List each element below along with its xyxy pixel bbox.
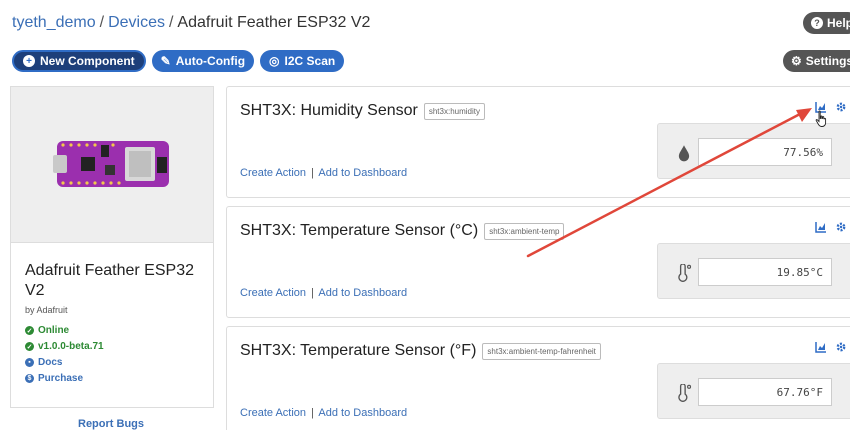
check-circle-icon: ✓	[25, 326, 34, 335]
book-icon: ▪	[25, 358, 34, 367]
component-title-text: SHT3X: Humidity Sensor	[240, 102, 418, 119]
breadcrumb-devices-link[interactable]: Devices	[108, 14, 165, 31]
docs-label: Docs	[38, 357, 63, 368]
droplet-icon	[678, 145, 690, 162]
magic-wand-icon: ✎	[160, 54, 171, 68]
help-label: Help	[827, 16, 850, 30]
auto-config-label: Auto-Config	[175, 54, 246, 68]
component-title-text: SHT3X: Temperature Sensor (°F)	[240, 342, 477, 359]
component-card-humidity: SHT3X: Humidity Sensor sht3x:humidity Cr…	[226, 86, 850, 198]
plus-icon: +	[23, 55, 35, 67]
create-action-link[interactable]: Create Action	[240, 407, 306, 419]
add-to-dashboard-link[interactable]: Add to Dashboard	[318, 287, 407, 299]
value-panel: 67.76°F	[657, 363, 850, 419]
thermometer-icon	[678, 264, 692, 282]
device-image	[11, 87, 213, 243]
component-key-badge: sht3x:humidity	[423, 102, 485, 120]
device-card: Adafruit Feather ESP32 V2 by Adafruit ✓ …	[10, 86, 214, 408]
settings-button[interactable]: ⚙ Settings	[783, 50, 850, 72]
component-title: SHT3X: Temperature Sensor (°F) sht3x:amb…	[240, 342, 601, 360]
feather-board-image	[53, 141, 169, 187]
add-to-dashboard-link[interactable]: Add to Dashboard	[318, 407, 407, 419]
gear-icon[interactable]	[835, 101, 847, 113]
sensor-value-field: 67.76°F	[698, 378, 832, 406]
component-actions	[815, 341, 847, 353]
auto-config-button[interactable]: ✎ Auto-Config	[151, 50, 255, 72]
status-label: Online	[38, 325, 70, 336]
thermometer-icon	[678, 384, 692, 402]
firmware-version: ✓ v1.0.0-beta.71	[25, 341, 104, 352]
breadcrumb-current: Adafruit Feather ESP32 V2	[177, 14, 371, 31]
component-title: SHT3X: Temperature Sensor (°C) sht3x:amb…	[240, 222, 565, 240]
component-actions	[815, 221, 847, 233]
device-manufacturer: by Adafruit	[25, 305, 68, 315]
link-separator: |	[311, 287, 314, 299]
new-component-label: New Component	[40, 54, 135, 68]
new-component-button[interactable]: + New Component	[12, 50, 146, 72]
device-name: Adafruit Feather ESP32 V2	[25, 262, 194, 299]
check-circle-icon: ✓	[25, 342, 34, 351]
component-links: Create Action | Add to Dashboard	[240, 167, 407, 179]
i2c-scan-label: I2C Scan	[284, 54, 336, 68]
report-bugs-link[interactable]: Report Bugs	[78, 418, 144, 430]
gear-icon[interactable]	[835, 341, 847, 353]
scan-icon: ◎	[269, 54, 280, 68]
component-key-badge: sht3x:ambient-temp-fahrenheit	[482, 342, 601, 360]
create-action-link[interactable]: Create Action	[240, 287, 306, 299]
component-links: Create Action | Add to Dashboard	[240, 407, 407, 419]
value-panel: 19.85°C	[657, 243, 850, 299]
hand-cursor-icon	[815, 110, 827, 127]
value-panel: 77.56%	[657, 123, 850, 179]
component-title-text: SHT3X: Temperature Sensor (°C)	[240, 222, 479, 239]
chart-icon[interactable]	[815, 221, 827, 233]
settings-label: Settings	[805, 54, 850, 68]
sensor-value-field: 19.85°C	[698, 258, 832, 286]
add-to-dashboard-link[interactable]: Add to Dashboard	[318, 167, 407, 179]
component-title: SHT3X: Humidity Sensor sht3x:humidity	[240, 102, 485, 120]
component-links: Create Action | Add to Dashboard	[240, 287, 407, 299]
component-card-temp-c: SHT3X: Temperature Sensor (°C) sht3x:amb…	[226, 206, 850, 318]
purchase-link[interactable]: $ Purchase	[25, 373, 83, 384]
chart-icon[interactable]	[815, 341, 827, 353]
docs-link[interactable]: ▪ Docs	[25, 357, 62, 368]
status-online: ✓ Online	[25, 325, 69, 336]
breadcrumb-separator: /	[99, 14, 105, 31]
cart-icon: $	[25, 374, 34, 383]
toolbar: + New Component ✎ Auto-Config ◎ I2C Scan	[12, 50, 345, 72]
sensor-value-field: 77.56%	[698, 138, 832, 166]
breadcrumb-separator: /	[168, 14, 174, 31]
gear-icon[interactable]	[835, 221, 847, 233]
i2c-scan-button[interactable]: ◎ I2C Scan	[260, 50, 345, 72]
component-card-temp-f: SHT3X: Temperature Sensor (°F) sht3x:amb…	[226, 326, 850, 430]
version-label: v1.0.0-beta.71	[38, 341, 104, 352]
breadcrumb: tyeth_demo / Devices / Adafruit Feather ESP3…	[12, 14, 370, 32]
link-separator: |	[311, 407, 314, 419]
help-button[interactable]: ? Help	[803, 12, 850, 34]
question-icon: ?	[811, 17, 823, 29]
link-separator: |	[311, 167, 314, 179]
breadcrumb-user-link[interactable]: tyeth_demo	[12, 14, 96, 31]
create-action-link[interactable]: Create Action	[240, 167, 306, 179]
purchase-label: Purchase	[38, 373, 84, 384]
component-key-badge: sht3x:ambient-temp	[484, 222, 565, 240]
gear-icon: ⚙	[791, 54, 802, 68]
